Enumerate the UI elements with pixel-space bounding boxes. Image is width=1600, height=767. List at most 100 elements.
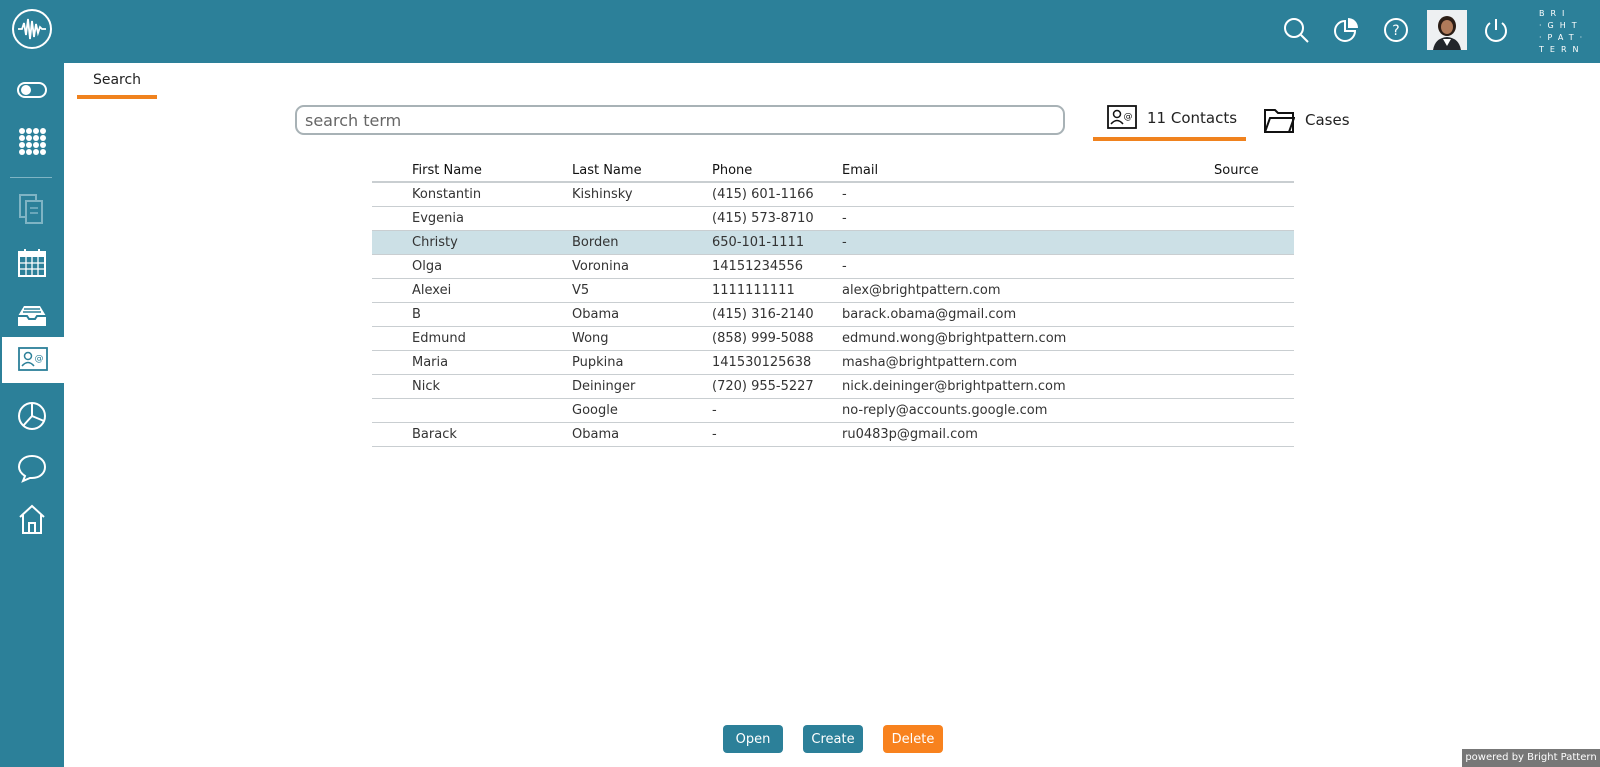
- stats-icon[interactable]: [1332, 16, 1360, 44]
- sidebar-item-reports[interactable]: [0, 393, 64, 439]
- search-icon[interactable]: [1282, 16, 1310, 44]
- table-row[interactable]: Olga Voronina 14151234556-: [372, 254, 1294, 279]
- cell-phone: 1111111111: [712, 278, 842, 303]
- sidebar: @: [0, 63, 64, 767]
- cell-last-name: Wong: [572, 326, 712, 351]
- cell-email: -: [842, 206, 1214, 231]
- cell-last-name: Deininger: [572, 374, 712, 399]
- cell-source: [1214, 206, 1294, 231]
- top-bar: ? BRI ·GHT ·PAT· TERN: [0, 0, 1600, 63]
- cell-first-name: Alexei: [412, 278, 572, 303]
- calendar-icon: [18, 249, 46, 277]
- table-row[interactable]: Edmund Wong (858) 999-5088 edmund.wong@brig…: [372, 326, 1294, 351]
- sidebar-item-home[interactable]: [0, 496, 64, 542]
- cell-phone: -: [712, 422, 842, 447]
- cell-first-name: Christy: [412, 230, 572, 255]
- contacts-table: First Name Last Name Phone Email Source …: [372, 159, 1294, 447]
- contacts-icon: @: [18, 347, 48, 371]
- cell-source: [1214, 422, 1294, 447]
- table-row[interactable]: Nick Deininger (720) 955-5227 nick.deininge…: [372, 374, 1294, 399]
- sidebar-item-documents[interactable]: [0, 186, 64, 232]
- home-icon: [19, 504, 45, 534]
- table-row[interactable]: Google - no-reply@accounts.google.com: [372, 398, 1294, 423]
- cell-email: ru0483p@gmail.com: [842, 422, 1214, 447]
- cell-email: nick.deininger@brightpattern.com: [842, 374, 1214, 399]
- cell-source: [1214, 398, 1294, 423]
- cell-source: [1214, 230, 1294, 255]
- sidebar-item-dialpad[interactable]: [0, 119, 64, 165]
- dialpad-icon: [19, 128, 46, 155]
- cell-email: -: [842, 182, 1214, 207]
- column-header-email[interactable]: Email: [842, 159, 1214, 183]
- logout-icon[interactable]: [1482, 16, 1510, 44]
- cell-last-name: Google: [572, 398, 712, 423]
- cell-last-name: Borden: [572, 230, 712, 255]
- cell-email: alex@brightpattern.com: [842, 278, 1214, 303]
- avatar[interactable]: [1427, 10, 1467, 50]
- table-header-spacer: [372, 159, 412, 183]
- help-icon[interactable]: ?: [1382, 16, 1410, 44]
- contacts-icon: @: [1107, 105, 1137, 129]
- cell-phone: (415) 601-1166: [712, 182, 842, 207]
- tab-contacts[interactable]: @ 11 Contacts: [1093, 99, 1246, 141]
- cell-source: [1214, 254, 1294, 279]
- create-button[interactable]: Create: [803, 725, 863, 753]
- svg-text:?: ?: [1392, 23, 1399, 39]
- cell-phone: (858) 999-5088: [712, 326, 842, 351]
- column-header-phone[interactable]: Phone: [712, 159, 842, 183]
- cell-phone: (415) 573-8710: [712, 206, 842, 231]
- chat-icon: [17, 454, 47, 483]
- svg-text:@: @: [1124, 112, 1133, 122]
- cell-phone: 14151234556: [712, 254, 842, 279]
- sidebar-item-status-toggle[interactable]: [0, 67, 64, 113]
- cell-phone: 141530125638: [712, 350, 842, 375]
- tab-search-label: Search: [92, 72, 142, 88]
- sidebar-item-chat[interactable]: [0, 445, 64, 491]
- table-row[interactable]: Evgenia (415) 573-8710-: [372, 206, 1294, 231]
- table-row[interactable]: Barack Obama - ru0483p@gmail.com: [372, 422, 1294, 447]
- table-row[interactable]: B Obama (415) 316-2140 barack.obama@gmail.c…: [372, 302, 1294, 327]
- pie-chart-icon: [18, 402, 46, 430]
- cell-last-name: Obama: [572, 302, 712, 327]
- cell-first-name: Konstantin: [412, 182, 572, 207]
- cell-phone: -: [712, 398, 842, 423]
- tab-search[interactable]: Search: [77, 63, 157, 99]
- open-button[interactable]: Open: [723, 725, 783, 753]
- cell-last-name: V5: [572, 278, 712, 303]
- waveform-logo-icon: [12, 9, 52, 49]
- table-row[interactable]: Maria Pupkina 141530125638 masha@brightpatt…: [372, 350, 1294, 375]
- sidebar-item-contacts[interactable]: @: [2, 337, 64, 383]
- cell-first-name: B: [412, 302, 572, 327]
- column-header-last-name[interactable]: Last Name: [572, 159, 712, 183]
- cell-email: masha@brightpattern.com: [842, 350, 1214, 375]
- toggle-icon: [17, 82, 47, 98]
- inbox-icon: [18, 306, 46, 326]
- sidebar-item-inbox[interactable]: [0, 292, 64, 338]
- table-header-row: First Name Last Name Phone Email Source: [372, 159, 1294, 183]
- search-input[interactable]: [295, 105, 1065, 135]
- bright-pattern-logo: BRI ·GHT ·PAT· TERN: [1539, 9, 1589, 54]
- cell-source: [1214, 374, 1294, 399]
- cell-phone: (720) 955-5227: [712, 374, 842, 399]
- cell-last-name: [572, 206, 712, 231]
- tab-cases[interactable]: Cases: [1261, 99, 1361, 141]
- table-row-selected[interactable]: Christy Borden 650-101-1111-: [372, 230, 1294, 255]
- tab-cases-label: Cases: [1305, 111, 1350, 129]
- cell-last-name: Voronina: [572, 254, 712, 279]
- table-row[interactable]: Konstantin Kishinsky (415) 601-1166-: [372, 182, 1294, 207]
- cell-email: barack.obama@gmail.com: [842, 302, 1214, 327]
- cell-source: [1214, 302, 1294, 327]
- cell-source: [1214, 350, 1294, 375]
- sidebar-divider: [10, 177, 52, 178]
- cell-phone: (415) 316-2140: [712, 302, 842, 327]
- table-row[interactable]: Alexei V5 1111111111 alex@brightpattern.com: [372, 278, 1294, 303]
- sidebar-item-calendar[interactable]: [0, 240, 64, 286]
- cell-source: [1214, 326, 1294, 351]
- tab-contacts-label: 11 Contacts: [1147, 109, 1238, 127]
- delete-button[interactable]: Delete: [883, 725, 943, 753]
- column-header-first-name[interactable]: First Name: [412, 159, 572, 183]
- cell-last-name: Obama: [572, 422, 712, 447]
- column-header-source[interactable]: Source: [1214, 159, 1294, 183]
- cell-first-name: Olga: [412, 254, 572, 279]
- cell-email: edmund.wong@brightpattern.com: [842, 326, 1214, 351]
